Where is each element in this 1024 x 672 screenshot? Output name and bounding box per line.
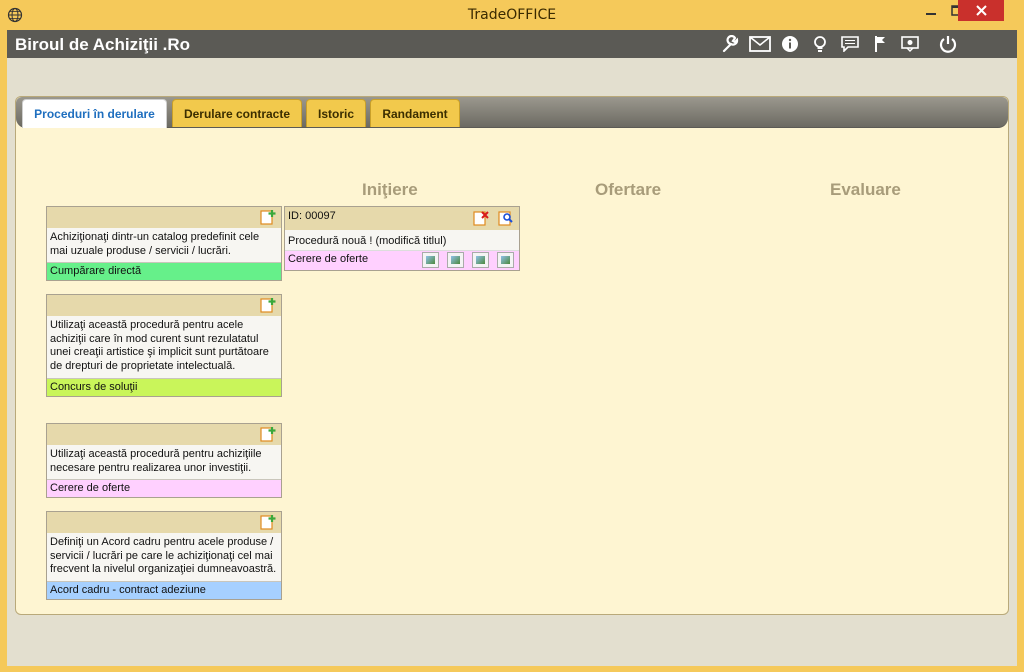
message-icon[interactable]: [839, 34, 861, 54]
app-brand: Biroul de Achiziţii .Ro: [15, 35, 191, 54]
delete-document-icon[interactable]: [473, 210, 489, 226]
template-card-cerere-de-oferte: Utilizaţi această procedură pentru achiz…: [46, 423, 282, 499]
card-procedure-type: Acord cadru - contract adeziune: [47, 581, 281, 600]
flag-icon[interactable]: [869, 34, 891, 54]
add-document-icon[interactable]: [260, 209, 276, 225]
procedure-card[interactable]: ID: 00097 Procedură nouă ! (modifică tit…: [284, 206, 520, 271]
column-initiere-heading: Iniţiere: [362, 180, 418, 199]
template-card-acord-cadru: Definiţi un Acord cadru pentru acele pro…: [46, 511, 282, 601]
template-card-cumparare-directa: Achiziţionaţi dintr-un catalog predefini…: [46, 206, 282, 282]
tab-randament[interactable]: Randament: [370, 99, 460, 127]
procedure-type-bar: Cerere de oferte: [285, 251, 519, 270]
stage-action-icon[interactable]: [472, 252, 489, 268]
card-procedure-type: Cerere de oferte: [47, 479, 281, 498]
tab-derulare-contracte[interactable]: Derulare contracte: [172, 99, 302, 127]
card-header: [47, 207, 281, 228]
add-document-icon[interactable]: [260, 514, 276, 530]
card-description: Achiziţionaţi dintr-un catalog predefini…: [50, 231, 260, 257]
procedure-card-header: ID: 00097: [285, 207, 519, 230]
feedback-icon[interactable]: [899, 34, 921, 54]
mail-icon[interactable]: [749, 34, 771, 54]
card-description: Utilizaţi această procedură pentru achiz…: [50, 448, 262, 474]
app-client-area: Biroul de Achiziţii .Ro Proceduri în der…: [7, 30, 1017, 666]
card-procedure-type: Cumpărare directă: [47, 262, 281, 281]
column-evaluare-heading: Evaluare: [830, 180, 901, 199]
wrench-icon[interactable]: [719, 34, 741, 54]
card-header: [47, 512, 281, 533]
app-header: Biroul de Achiziţii .Ro: [7, 30, 1017, 58]
tab-proceduri-in-derulare[interactable]: Proceduri în derulare: [22, 99, 167, 128]
view-document-icon[interactable]: [498, 210, 514, 226]
stage-action-icon[interactable]: [422, 252, 439, 268]
add-document-icon[interactable]: [260, 297, 276, 313]
procedure-type: Cerere de oferte: [288, 253, 369, 265]
bulb-icon[interactable]: [809, 34, 831, 54]
stage-action-icon[interactable]: [497, 252, 514, 268]
header-toolbar: [719, 34, 959, 54]
close-icon: [975, 5, 987, 16]
column-ofertare-heading: Ofertare: [595, 180, 662, 199]
procedure-id: ID: 00097: [288, 210, 336, 222]
procedure-title[interactable]: Procedură nouă ! (modifică titlul): [285, 230, 519, 251]
card-description: Utilizaţi această procedură pentru acele…: [50, 319, 269, 373]
power-icon[interactable]: [937, 34, 959, 54]
card-procedure-type: Concurs de soluţii: [47, 377, 281, 396]
close-button[interactable]: [958, 0, 1004, 21]
minimize-icon: [926, 12, 936, 15]
tab-bar: Proceduri în derulare Derulare contracte…: [16, 97, 1008, 128]
add-document-icon[interactable]: [260, 426, 276, 442]
tab-istoric[interactable]: Istoric: [306, 99, 366, 127]
card-header: [47, 424, 281, 445]
window-title: TradeOFFICE: [467, 7, 557, 23]
card-description: Definiţi un Acord cadru pentru acele pro…: [50, 536, 277, 576]
procedures-panel: Proceduri în derulare Derulare contracte…: [15, 96, 1009, 615]
stage-action-icon[interactable]: [447, 252, 464, 268]
card-header: [47, 295, 281, 316]
info-icon[interactable]: [779, 34, 801, 54]
window-titlebar: TradeOFFICE: [0, 0, 1024, 30]
template-card-concurs-de-solutii: Utilizaţi această procedură pentru acele…: [46, 294, 282, 397]
minimize-button[interactable]: [918, 0, 944, 21]
